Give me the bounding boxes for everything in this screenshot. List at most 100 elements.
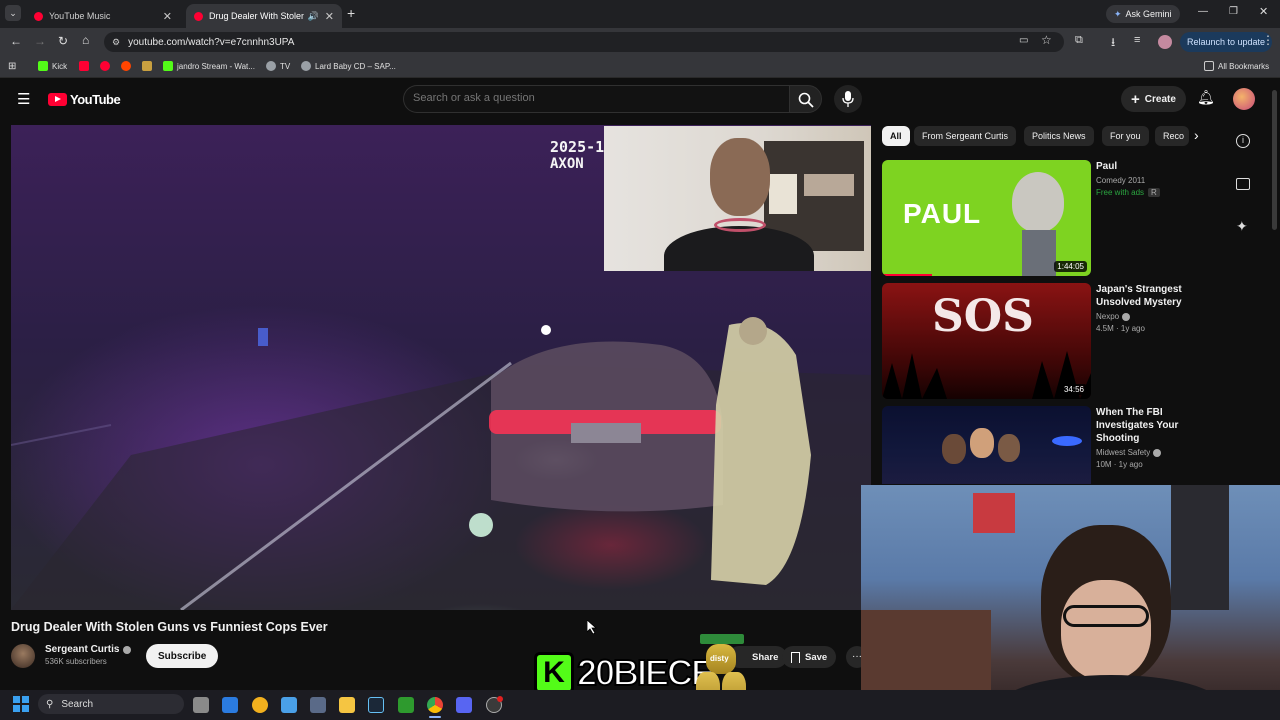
tab-active-video[interactable]: Drug Dealer With Stolen G 🔊 ✕: [186, 4, 342, 28]
streamer-webcam: [861, 485, 1280, 720]
chrome-menu-icon[interactable]: ⋮: [1262, 33, 1274, 47]
bodycam-brand: AXON: [550, 156, 584, 172]
chip-from-sergeant-curtis[interactable]: From Sergeant Curtis: [914, 126, 1017, 146]
save-button[interactable]: Save: [782, 646, 837, 668]
bookmark-label: jandro Stream - Wat...: [177, 61, 255, 71]
bookmarks-bar: ⊞ Kick jandro Stream - Wat... TV Lard Ba…: [0, 56, 1280, 78]
create-button[interactable]: + Create: [1121, 86, 1186, 112]
tab-search-dropdown[interactable]: ⌄: [5, 5, 21, 21]
thumbnail-text: SOS: [932, 291, 1034, 342]
site-info-icon[interactable]: ⚙: [112, 37, 120, 48]
recommendation-item[interactable]: PAUL 1:44:05 Paul Comedy 2011 Free with …: [882, 160, 1222, 276]
speaker-icon[interactable]: 🔊: [308, 11, 319, 22]
browser-tab-strip: ⌄ YouTube Music ✕ Drug Dealer With Stole…: [0, 0, 1280, 28]
duration-badge: 34:56: [1060, 384, 1087, 395]
bookmark-youtube[interactable]: [79, 61, 93, 71]
verified-icon: [1153, 448, 1162, 457]
gemini-icon: ✦: [1114, 8, 1122, 19]
youtube-music-icon: [100, 61, 110, 71]
minimize-button[interactable]: —: [1198, 6, 1208, 17]
extensions-icon[interactable]: ⧉: [1075, 34, 1083, 47]
bookmark-star-icon[interactable]: ☆: [1041, 33, 1052, 47]
globe-icon: [266, 61, 276, 71]
close-icon[interactable]: ✕: [325, 10, 334, 23]
tab-youtube-music[interactable]: YouTube Music ✕: [26, 4, 180, 28]
voice-search-button[interactable]: [834, 85, 862, 113]
recommendation-item[interactable]: SOS 34:56 Japan's Strangest Unsolved Mys…: [882, 283, 1222, 399]
task-view-icon[interactable]: [193, 697, 209, 713]
discord-icon[interactable]: [456, 697, 472, 713]
search-input[interactable]: [413, 92, 773, 104]
bookmark-tv[interactable]: TV: [266, 61, 290, 71]
chat-icon[interactable]: [1236, 178, 1250, 190]
hamburger-menu-icon[interactable]: ☰: [17, 90, 30, 108]
bookmark-jandro-stream[interactable]: jandro Stream - Wat...: [163, 61, 255, 71]
notifications-bell-icon[interactable]: 🔔︎: [1197, 89, 1215, 106]
download-icon[interactable]: ⭳: [1111, 33, 1115, 54]
new-tab-button[interactable]: +: [347, 5, 355, 21]
video-thumbnail: SOS 34:56: [882, 283, 1091, 399]
file-explorer-icon[interactable]: [339, 697, 355, 713]
tab-title: YouTube Music: [49, 11, 111, 21]
bookmark-lard-baby[interactable]: Lard Baby CD – SAP...: [301, 61, 396, 71]
relaunch-button[interactable]: Relaunch to update: [1180, 32, 1273, 52]
address-bar[interactable]: ⚙ youtube.com/watch?v=e7cnnhn3UPA: [104, 32, 1064, 52]
kick-logo-icon: K: [534, 651, 574, 694]
widgets-icon[interactable]: [222, 697, 238, 713]
info-icon[interactable]: i: [1236, 134, 1250, 148]
bodycam-timestamp: 2025-1: [550, 138, 605, 156]
home-icon[interactable]: ⌂: [82, 33, 89, 47]
recommendation-item[interactable]: When The FBI Investigates Your Shooting …: [882, 406, 1222, 486]
video-player[interactable]: 2025-1 AXON: [11, 125, 871, 610]
folder-icon: [1204, 61, 1214, 71]
recommendation-title: Paul: [1096, 161, 1118, 172]
youtube-icon: [79, 61, 89, 71]
youtube-logo[interactable]: YouTube: [48, 92, 121, 107]
edge-icon[interactable]: [252, 697, 268, 713]
window-close-button[interactable]: ✕: [1259, 5, 1268, 18]
cast-icon[interactable]: ▭: [1019, 35, 1028, 46]
bookmark-youtube-music[interactable]: [100, 61, 114, 71]
account-avatar[interactable]: [1233, 88, 1255, 110]
sparkle-icon[interactable]: ✦: [1236, 218, 1248, 235]
profile-avatar[interactable]: [1158, 35, 1172, 49]
windows-start-icon[interactable]: [13, 696, 29, 712]
bookmark-kick[interactable]: Kick: [38, 61, 67, 71]
kick-handle-overlay: K 20BIECE: [534, 650, 716, 695]
chips-next-chevron-icon[interactable]: ›: [1194, 127, 1199, 143]
chip-recommended[interactable]: Reco: [1155, 126, 1189, 146]
photos-icon[interactable]: [281, 697, 297, 713]
subscribe-button[interactable]: Subscribe: [146, 644, 219, 668]
game-icon: [142, 61, 152, 71]
steam-icon[interactable]: [368, 697, 384, 713]
chip-for-you[interactable]: For you: [1102, 126, 1149, 146]
media-control-icon[interactable]: ≡: [1134, 34, 1140, 46]
channel-avatar[interactable]: [11, 644, 35, 668]
share-label: Share: [752, 651, 779, 663]
all-bookmarks[interactable]: All Bookmarks: [1204, 61, 1269, 71]
xbox-icon[interactable]: [398, 697, 414, 713]
channel-name[interactable]: Sergeant Curtis: [45, 644, 119, 655]
restore-button[interactable]: ❐: [1229, 6, 1238, 17]
back-icon[interactable]: ←: [10, 34, 22, 48]
thumbnail-text: PAUL: [903, 198, 982, 229]
chip-all[interactable]: All: [882, 126, 910, 146]
poster: [973, 493, 1015, 533]
close-icon[interactable]: ✕: [163, 10, 172, 23]
ask-gemini-button[interactable]: ✦ Ask Gemini: [1106, 5, 1180, 23]
subscriber-count: 536K subscribers: [45, 657, 107, 666]
reload-icon[interactable]: ↻: [58, 34, 68, 48]
chrome-icon[interactable]: [427, 697, 443, 713]
chip-politics-news[interactable]: Politics News: [1024, 126, 1094, 146]
forward-icon[interactable]: →: [34, 34, 46, 48]
search-button[interactable]: [789, 85, 822, 113]
bookmark-reddit[interactable]: [121, 61, 135, 71]
search-box[interactable]: [403, 85, 789, 113]
calculator-icon[interactable]: [310, 697, 326, 713]
scrollbar[interactable]: [1272, 90, 1277, 230]
can-label: disty: [710, 654, 729, 663]
rating-badge: R: [1148, 188, 1160, 197]
bookmark-game[interactable]: [142, 61, 156, 71]
apps-icon[interactable]: ⊞: [8, 61, 16, 72]
taskbar-search[interactable]: ⚲ Search: [38, 694, 184, 714]
